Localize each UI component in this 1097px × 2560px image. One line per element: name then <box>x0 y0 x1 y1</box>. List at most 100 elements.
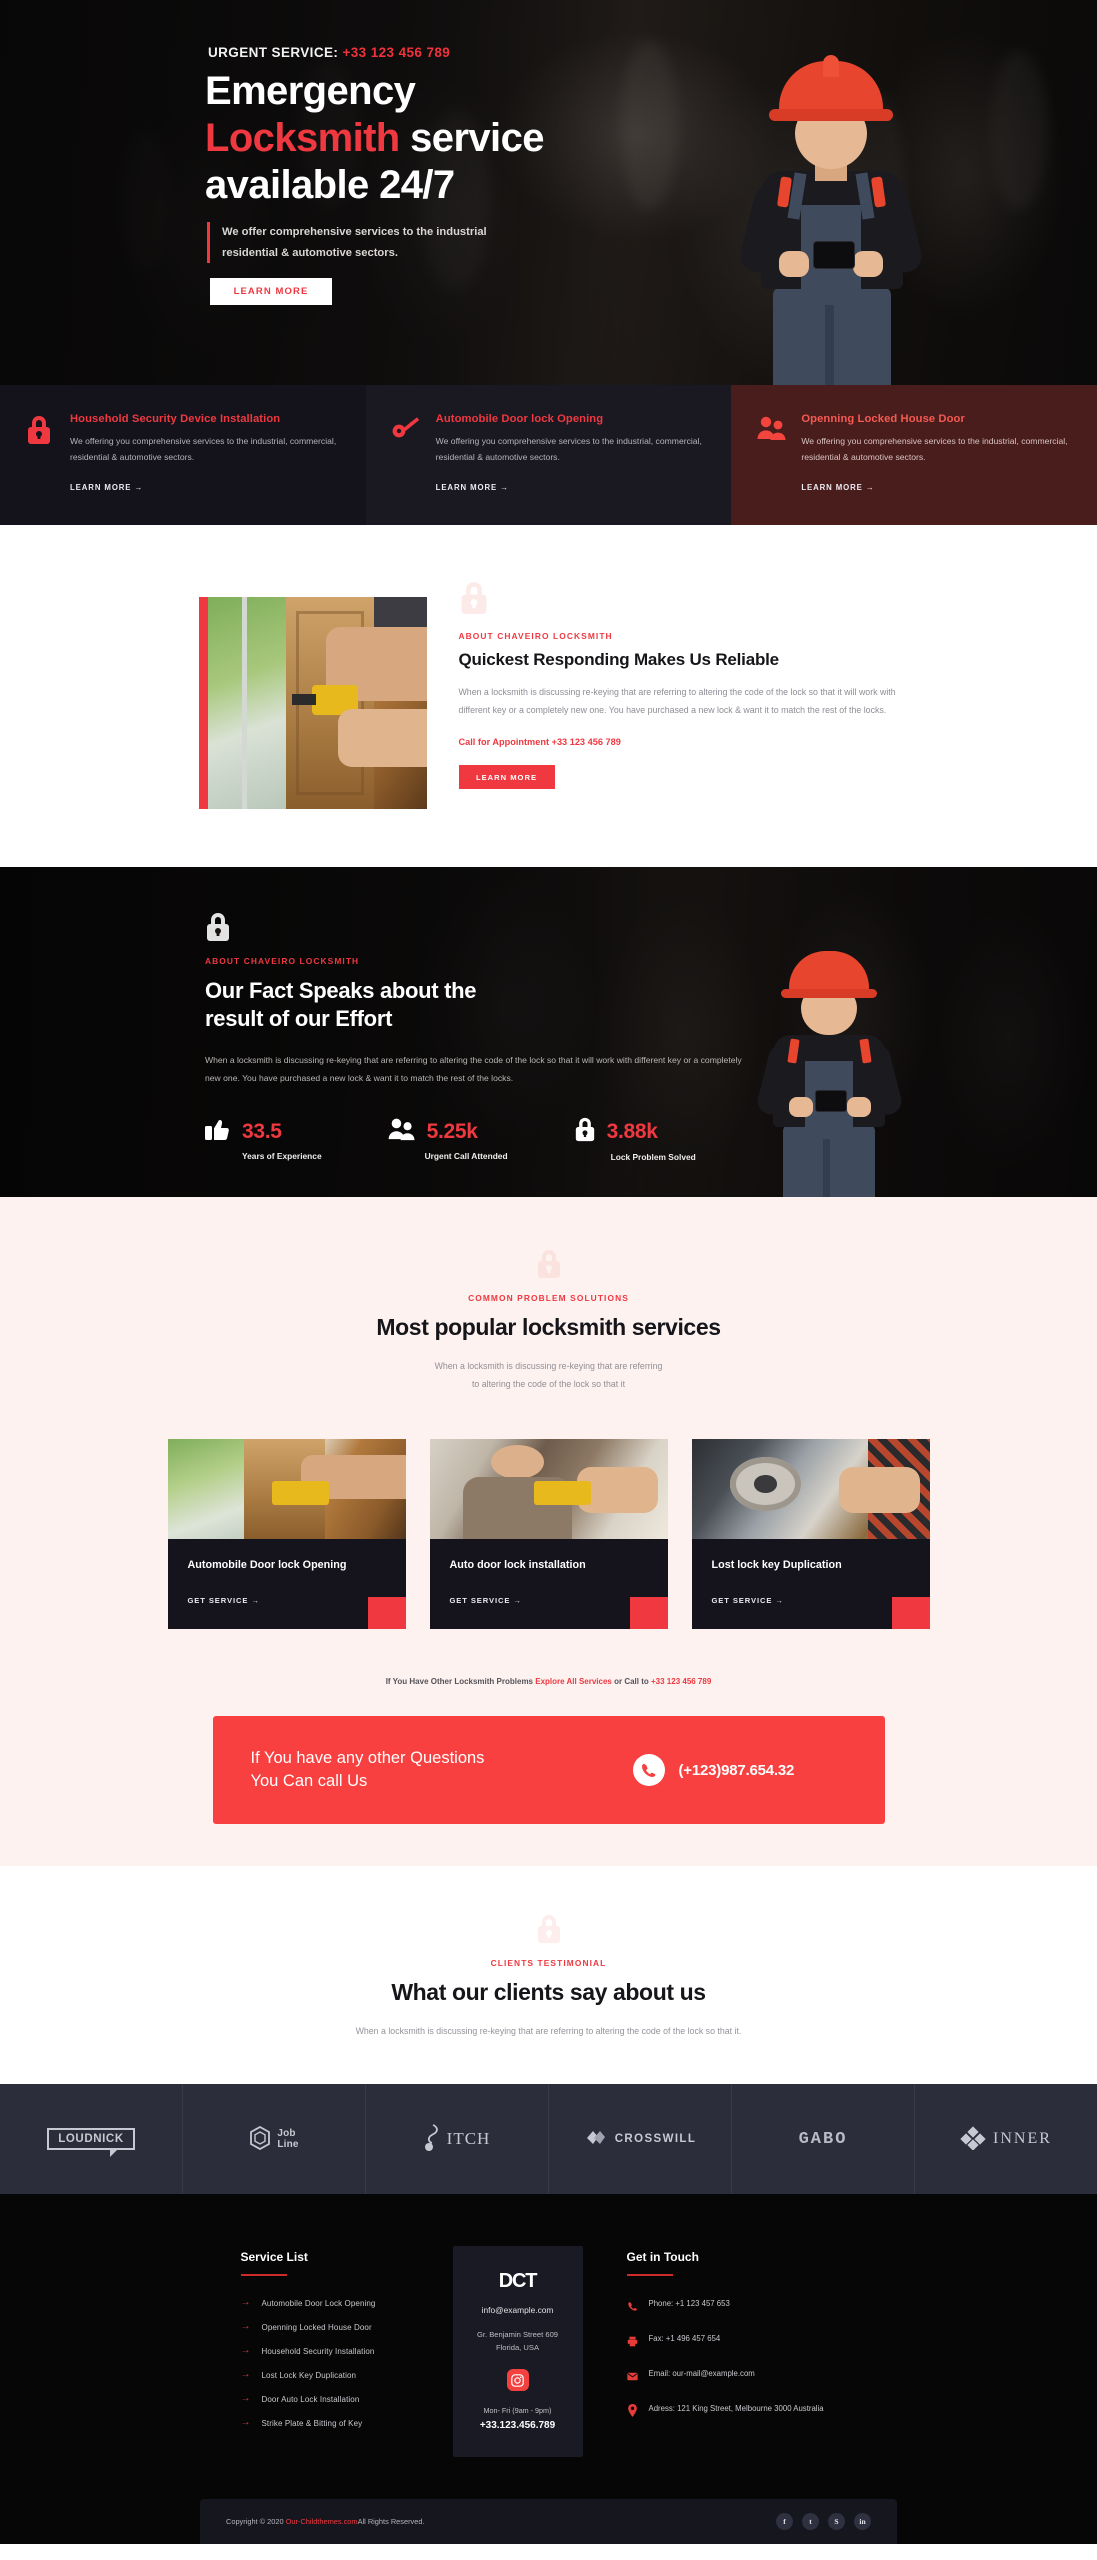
service-card-household[interactable]: Household Security Device Installation W… <box>0 385 366 525</box>
logo-itch[interactable]: ITCH <box>366 2084 549 2195</box>
about-section: ABOUT CHAVEIRO LOCKSMITH Quickest Respon… <box>0 525 1097 867</box>
popular-card-automobile-door-lock-opening[interactable]: Automobile Door lock Opening GET SERVICE… <box>167 1439 406 1630</box>
padlock-watermark-icon <box>536 1249 562 1279</box>
service-highlight-strip: Household Security Device Installation W… <box>0 385 1097 525</box>
footer-services-heading: Service List <box>240 2250 308 2265</box>
envelope-icon <box>626 2368 638 2387</box>
logo-gabo[interactable]: GABO <box>732 2084 915 2195</box>
footer-touch-phone[interactable]: Phone: +1 123 457 653 <box>627 2298 857 2317</box>
arrow-right-icon: → <box>240 2393 251 2405</box>
card-image <box>429 1439 668 1540</box>
footer-touch-fax[interactable]: Fax: +1 496 457 654 <box>627 2333 857 2352</box>
footer-service-item[interactable]: → Openning Locked House Door <box>241 2322 419 2332</box>
footer-service-item[interactable]: → Door Auto Lock Installation <box>241 2394 419 2404</box>
hexagon-icon <box>249 2125 271 2153</box>
footer-touch-heading: Get in Touch <box>626 2250 699 2265</box>
footer-service-item[interactable]: → Lost Lock Key Duplication <box>241 2370 419 2380</box>
facts-heading: Our Fact Speaks about the result of our … <box>205 977 1097 1033</box>
popular-heading: Most popular locksmith services <box>376 1314 721 1340</box>
logo-label: INNER <box>993 2130 1052 2148</box>
footer-service-item[interactable]: → Automobile Door Lock Opening <box>241 2298 419 2308</box>
footer-touch-email[interactable]: Email: our-mail@example.com <box>626 2368 857 2387</box>
logo-label-line1: Job <box>277 2127 296 2139</box>
stat-label: Lock Problem Solved <box>610 1152 696 1163</box>
about-call-label: Call for Appointment <box>458 737 550 748</box>
service-card-learn-more[interactable]: LEARN MORE → <box>70 483 143 492</box>
card-get-service-link[interactable]: GET SERVICE → <box>188 1596 260 1605</box>
padlock-watermark-icon <box>205 912 231 942</box>
footer-touch-text: Email: our-mail@example.com <box>648 2369 755 2379</box>
footer-email[interactable]: info@example.com <box>469 2305 567 2315</box>
explore-all-services-link[interactable]: Explore All Services <box>535 1677 612 1686</box>
stat-years-of-experience: 33.5 Years of Experience <box>205 1117 322 1162</box>
logo-crosswill[interactable]: CROSSWILL <box>549 2084 732 2195</box>
footer-phone[interactable]: +33.123.456.789 <box>469 2420 567 2431</box>
cta-phone-number[interactable]: (+123)987.654.32 <box>679 1762 795 1779</box>
key-icon <box>392 413 422 525</box>
footer-service-label: Automobile Door Lock Opening <box>261 2298 376 2308</box>
stat-label: Years of Experience <box>242 1151 322 1162</box>
card-get-service-link[interactable]: GET SERVICE → <box>450 1596 522 1605</box>
footer-logo: DCT <box>498 2270 538 2293</box>
popular-card-auto-door-lock-installation[interactable]: Auto door lock installation GET SERVICE … <box>429 1439 668 1630</box>
logo-label: CROSSWILL <box>614 2133 697 2146</box>
about-learn-more-button[interactable]: LEARN MORE <box>458 765 555 790</box>
about-eyebrow: ABOUT CHAVEIRO LOCKSMITH <box>458 631 613 641</box>
logo-label: ITCH <box>446 2129 491 2149</box>
explore-phone[interactable]: +33 123 456 789 <box>651 1677 711 1686</box>
logo-jobline[interactable]: Job Line <box>183 2084 366 2195</box>
cta-banner: If You have any other Questions You Can … <box>212 1716 885 1825</box>
card-get-service-link[interactable]: GET SERVICE → <box>712 1596 784 1605</box>
facebook-icon[interactable]: f <box>776 2513 793 2531</box>
popular-services-cards: Automobile Door lock Opening GET SERVICE… <box>0 1439 1097 1639</box>
facts-worker-photo <box>741 947 917 1197</box>
testimonial-paragraph: When a locksmith is discussing re-keying… <box>355 2026 742 2037</box>
service-card-automobile[interactable]: Automobile Door lock Opening We offering… <box>365 385 732 525</box>
about-image <box>198 597 427 809</box>
music-note-icon <box>424 2123 440 2156</box>
footer-service-item[interactable]: → Strike Plate & Bitting of Key <box>241 2418 419 2428</box>
logo-loudnick[interactable]: LOUDNICK <box>0 2084 183 2195</box>
twitter-icon[interactable]: t <box>802 2513 819 2531</box>
logo-label: GABO <box>798 2129 848 2149</box>
thumbs-up-icon <box>205 1117 231 1146</box>
hero-title-line1: Emergency <box>205 69 416 113</box>
footer-hours: Mon- Fri (9am - 9pm) <box>483 2406 552 2416</box>
popular-paragraph-line2: to altering the code of the lock so that… <box>471 1379 626 1390</box>
hero-worker-photo <box>717 55 947 385</box>
landing-page: URGENT SERVICE: +33 123 456 789 Emergenc… <box>0 0 1097 2545</box>
service-card-learn-more[interactable]: LEARN MORE → <box>436 483 509 492</box>
logo-inner[interactable]: INNER <box>915 2084 1097 2194</box>
popular-services-section: COMMON PROBLEM SOLUTIONS Most popular lo… <box>0 1197 1097 1717</box>
footer-touch-text: Adress: 121 King Street, Melbourne 3000 … <box>648 2404 824 2414</box>
hero-title-highlight: Locksmith <box>205 116 400 161</box>
urgent-phone[interactable]: +33 123 456 789 <box>342 45 450 60</box>
linkedin-icon[interactable]: in <box>854 2513 871 2531</box>
popular-card-lost-lock-key-duplication[interactable]: Lost lock key Duplication GET SERVICE → <box>691 1439 930 1630</box>
footer-copyright-bar: Copyright © 2020 Our-Childthemes.comAll … <box>200 2499 897 2545</box>
arrow-right-icon: → <box>240 2417 251 2429</box>
hero-subtitle: We offer comprehensive services to the i… <box>207 222 497 264</box>
footer-touch-text: Fax: +1 496 457 654 <box>648 2334 721 2344</box>
diamond-cluster-icon <box>960 2125 986 2153</box>
about-call-phone[interactable]: +33 123 456 789 <box>552 737 621 747</box>
about-call-line: Call for Appointment +33 123 456 789 <box>459 737 899 747</box>
facts-section: ABOUT CHAVEIRO LOCKSMITH Our Fact Speaks… <box>0 867 1097 1197</box>
footer-service-list: Service List → Automobile Door Lock Openi… <box>240 2246 419 2442</box>
service-card-house-door[interactable]: Openning Locked House Door We offering y… <box>731 385 1097 525</box>
fax-icon <box>627 2333 638 2352</box>
instagram-icon[interactable] <box>506 2369 529 2392</box>
cta-phone-block[interactable]: (+123)987.654.32 <box>632 1754 795 1787</box>
skype-icon[interactable]: S <box>828 2513 845 2531</box>
footer-touch-text: Phone: +1 123 457 653 <box>648 2299 730 2309</box>
hero-urgent-service: URGENT SERVICE: +33 123 456 789 <box>208 45 450 60</box>
footer-touch-address[interactable]: Adress: 121 King Street, Melbourne 3000 … <box>627 2403 857 2422</box>
explore-prefix: If You Have Other Locksmith Problems <box>385 1677 536 1687</box>
hero-learn-more-button[interactable]: LEARN MORE <box>210 278 332 305</box>
footer-get-in-touch: Get in Touch Phone: +1 123 457 653 Fax: … <box>626 2246 857 2438</box>
map-pin-icon <box>627 2403 638 2422</box>
copyright-link[interactable]: Our-Childthemes.com <box>286 2517 358 2526</box>
service-card-learn-more[interactable]: LEARN MORE → <box>801 483 874 492</box>
card-image <box>691 1439 930 1540</box>
footer-service-item[interactable]: → Household Security Installation <box>241 2346 419 2356</box>
